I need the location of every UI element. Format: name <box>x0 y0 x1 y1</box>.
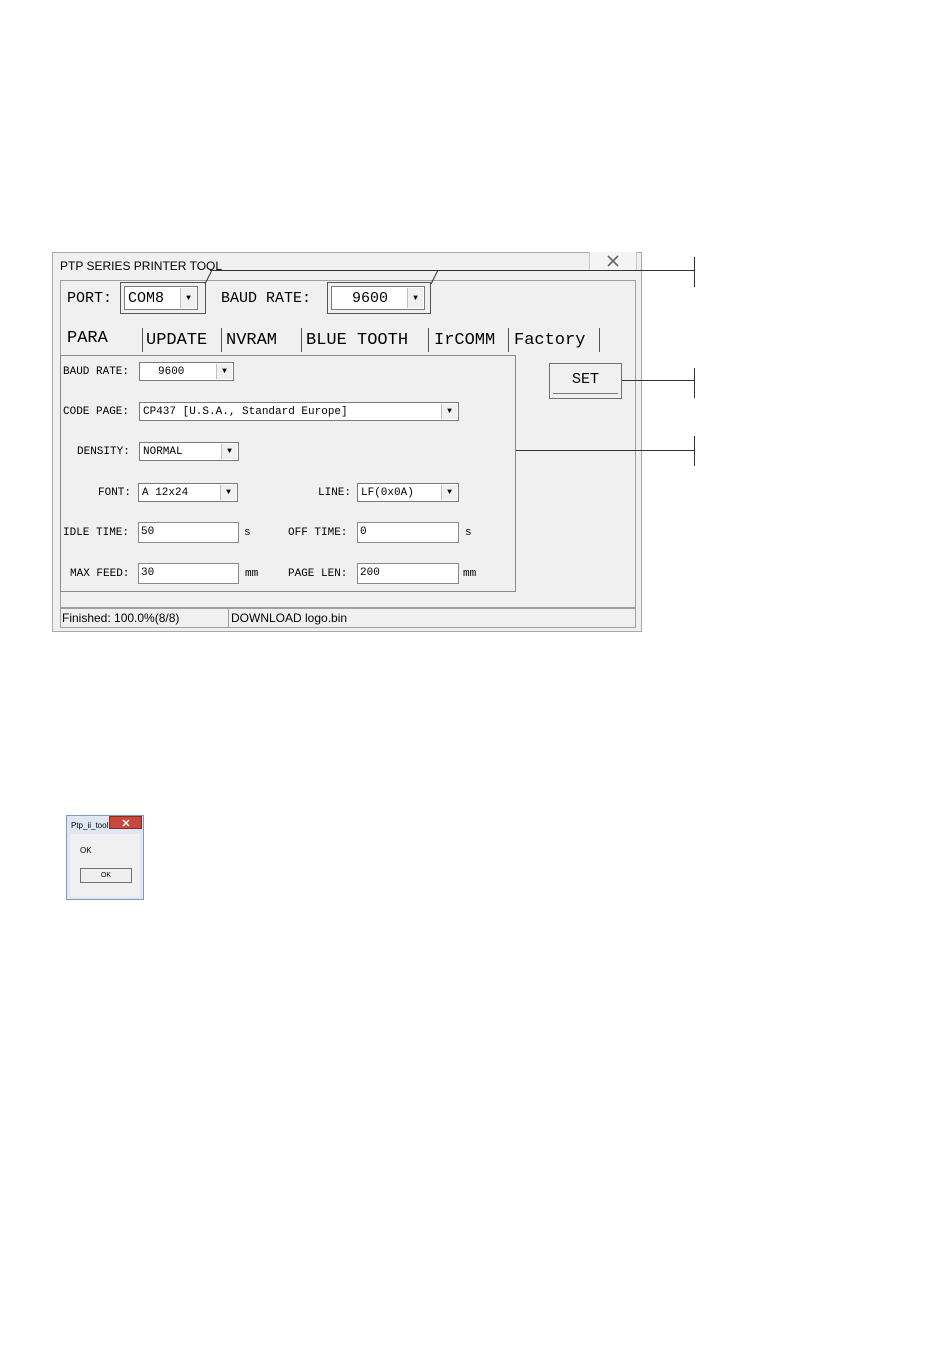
dialog-title: Ptp_ii_tool <box>71 821 109 830</box>
tab-separator <box>142 328 143 352</box>
page-len-unit: mm <box>463 568 477 580</box>
tab-separator <box>599 328 600 352</box>
density-value: NORMAL <box>143 445 183 458</box>
line-value: LF(0x0A) <box>361 486 414 499</box>
para-baud-rate-select[interactable]: 9600 ▼ <box>139 362 234 381</box>
status-message: DOWNLOAD logo.bin <box>231 611 348 625</box>
chevron-down-icon[interactable]: ▼ <box>180 288 196 308</box>
off-time-label: OFF TIME: <box>288 527 348 539</box>
dialog-message: OK <box>80 846 92 855</box>
para-baud-rate-value: 9600 <box>158 365 185 378</box>
font-value: A 12x24 <box>142 486 189 499</box>
off-time-unit: s <box>465 527 472 539</box>
chevron-down-icon[interactable]: ▼ <box>407 288 423 308</box>
chevron-down-icon[interactable]: ▼ <box>221 444 237 459</box>
tab-factory[interactable]: Factory <box>514 331 585 350</box>
callout-line-panel <box>516 450 695 451</box>
para-panel <box>60 355 516 592</box>
status-progress: Finished: 100.0%(8/8) <box>62 611 180 625</box>
density-label: DENSITY: <box>77 446 130 458</box>
code-page-value: CP437 [U.S.A., Standard Europe] <box>143 405 348 418</box>
baud-rate-select-value: 9600 <box>352 289 389 307</box>
tab-separator <box>301 328 302 352</box>
close-icon <box>607 255 619 267</box>
close-icon <box>121 818 130 827</box>
font-select[interactable]: A 12x24 ▼ <box>138 483 238 502</box>
port-select-value: COM8 <box>128 289 165 307</box>
page-len-input[interactable]: 200 <box>357 563 459 584</box>
tab-ircomm[interactable]: IrCOMM <box>434 331 495 350</box>
tab-update[interactable]: UPDATE <box>146 331 207 350</box>
tab-para[interactable]: PARA <box>67 329 108 348</box>
dialog-body: OK OK <box>70 834 140 897</box>
max-feed-unit: mm <box>245 568 259 580</box>
port-label: PORT: <box>67 290 113 307</box>
dialog-close-button[interactable] <box>109 816 142 829</box>
dialog-ok-button[interactable]: OK <box>80 868 132 883</box>
callout-tick-panel <box>694 436 695 466</box>
tab-separator <box>221 328 222 352</box>
ok-dialog: Ptp_ii_tool OK OK <box>66 815 144 900</box>
tab-separator <box>428 328 429 352</box>
baud-rate-select[interactable]: 9600 ▼ <box>331 286 425 310</box>
set-button[interactable]: SET <box>549 363 622 399</box>
para-baud-rate-label: BAUD RATE: <box>63 366 130 378</box>
tab-blue-tooth[interactable]: BLUE TOOTH <box>306 331 408 350</box>
idle-time-label: IDLE TIME: <box>63 527 130 539</box>
idle-time-unit: s <box>244 527 251 539</box>
density-select[interactable]: NORMAL ▼ <box>139 442 239 461</box>
code-page-select[interactable]: CP437 [U.S.A., Standard Europe] ▼ <box>139 402 459 421</box>
line-label: LINE: <box>318 487 352 499</box>
max-feed-label: MAX FEED: <box>70 568 130 580</box>
set-button-underline <box>553 393 618 394</box>
callout-tick-set <box>694 368 695 398</box>
off-time-input[interactable]: 0 <box>357 522 459 543</box>
chevron-down-icon[interactable]: ▼ <box>216 364 232 379</box>
status-bar: Finished: 100.0%(8/8) DOWNLOAD logo.bin <box>60 608 636 628</box>
code-page-label: CODE PAGE: <box>63 406 130 418</box>
window-title: PTP SERIES PRINTER TOOL <box>60 259 223 273</box>
set-button-label: SET <box>571 370 599 388</box>
baud-rate-label: BAUD RATE: <box>221 290 312 307</box>
port-select[interactable]: COM8 ▼ <box>124 286 198 310</box>
callout-tick-top <box>694 257 695 287</box>
chevron-down-icon[interactable]: ▼ <box>441 485 457 500</box>
max-feed-input[interactable]: 30 <box>138 563 239 584</box>
chevron-down-icon[interactable]: ▼ <box>441 404 457 419</box>
tab-nvram[interactable]: NVRAM <box>226 331 277 350</box>
callout-line-set <box>622 380 695 381</box>
status-divider <box>228 609 229 627</box>
page-len-label: PAGE LEN: <box>288 568 348 580</box>
chevron-down-icon[interactable]: ▼ <box>220 485 236 500</box>
callout-leaders <box>204 269 439 285</box>
close-button[interactable] <box>589 252 637 271</box>
line-select[interactable]: LF(0x0A) ▼ <box>357 483 459 502</box>
tab-separator <box>508 328 509 352</box>
font-label: FONT: <box>98 487 132 499</box>
idle-time-input[interactable]: 50 <box>138 522 239 543</box>
